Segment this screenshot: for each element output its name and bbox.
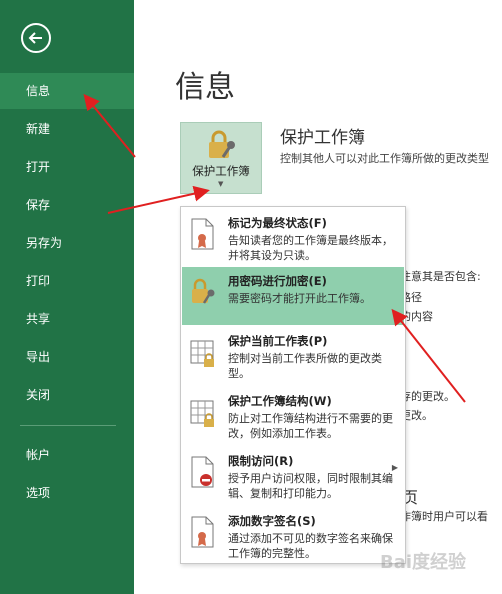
arrow-annotation-3 (391, 308, 466, 403)
arrow-annotation-2 (107, 185, 210, 214)
annotation-arrows (83, 93, 466, 403)
arrow-annotation-1 (83, 93, 136, 158)
